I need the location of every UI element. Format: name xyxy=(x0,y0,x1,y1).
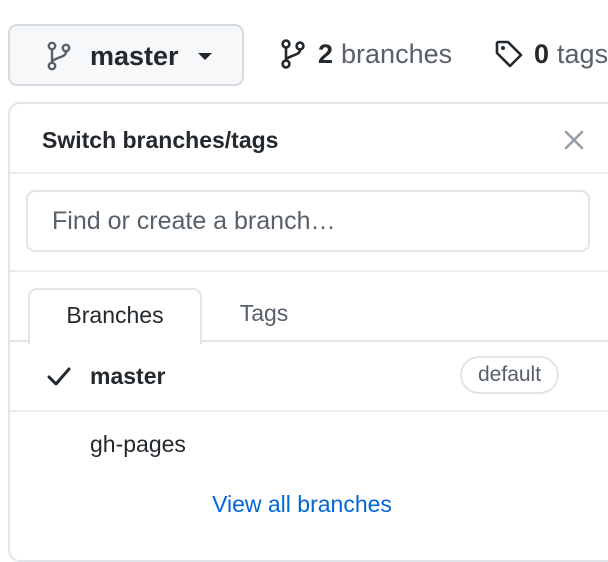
tags-count: 0 xyxy=(534,39,550,69)
dropdown-header: Switch branches/tags xyxy=(10,104,608,174)
branch-name: master xyxy=(90,363,166,389)
branch-filter-input[interactable] xyxy=(26,190,590,252)
tag-icon xyxy=(495,40,523,68)
tab-branches[interactable]: Branches xyxy=(28,288,202,344)
filter-section xyxy=(10,174,608,272)
check-icon xyxy=(47,367,71,386)
branch-item-master[interactable]: master default xyxy=(10,342,608,412)
branch-item-gh-pages[interactable]: gh-pages xyxy=(10,410,608,478)
caret-down-icon xyxy=(198,53,212,60)
view-all-branches-link[interactable]: View all branches xyxy=(10,490,594,518)
branches-count-link[interactable]: 2 branches xyxy=(280,38,452,70)
branch-tag-tabs: Branches Tags xyxy=(10,272,608,344)
current-branch-label: master xyxy=(90,41,179,71)
git-branch-icon xyxy=(47,41,71,71)
branches-label: branches xyxy=(341,39,453,69)
branch-select-button[interactable]: master xyxy=(8,24,244,86)
branch-switcher-dropdown: Switch branches/tags Branches Tags maste… xyxy=(8,102,608,562)
default-badge: default xyxy=(460,356,560,394)
tags-count-link[interactable]: 0 tags xyxy=(494,38,608,70)
branch-name: gh-pages xyxy=(90,431,186,457)
git-branch-icon xyxy=(281,39,305,69)
dropdown-title: Switch branches/tags xyxy=(42,127,279,153)
close-icon[interactable] xyxy=(562,128,586,152)
tab-tags[interactable]: Tags xyxy=(210,288,318,342)
branches-count: 2 xyxy=(318,39,334,69)
tags-label: tags xyxy=(557,39,608,69)
